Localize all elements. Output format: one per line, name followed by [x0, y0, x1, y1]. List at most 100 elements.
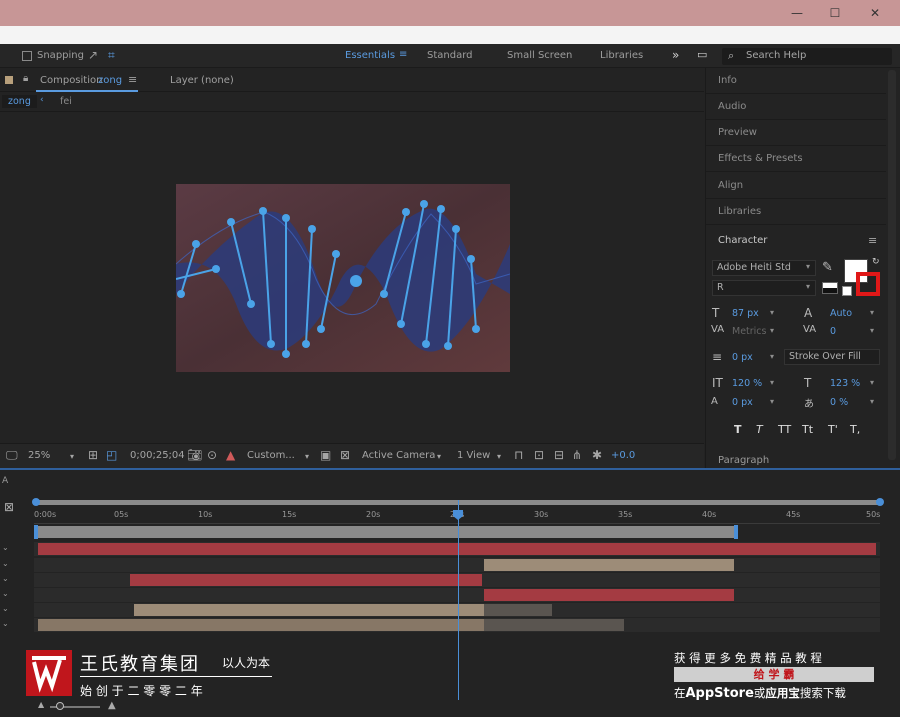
exposure-value[interactable]: +0.0	[611, 450, 635, 461]
stroke-width-chevron-icon[interactable]: ▾	[770, 352, 774, 361]
no-fill-icon[interactable]	[842, 286, 852, 296]
color-channels-icon[interactable]: ▲	[226, 448, 235, 462]
exposure-reset-icon[interactable]: ✱	[592, 448, 602, 462]
search-help-box[interactable]: ⌕ Search Help	[722, 48, 892, 65]
zoom-dropdown[interactable]: 25%	[28, 450, 50, 461]
breadcrumb-fei[interactable]: fei	[60, 96, 72, 107]
tsume-value[interactable]: 0 %	[830, 397, 848, 408]
stroke-type-dropdown[interactable]: Stroke Over Fill	[784, 349, 880, 365]
fast-previews-icon[interactable]: ⊡	[534, 448, 544, 462]
workspace-menu-icon[interactable]: ≡	[399, 49, 407, 60]
panel-preview[interactable]: Preview	[706, 120, 886, 146]
maximize-button[interactable]: ☐	[820, 4, 850, 22]
layer-3-toggle-icon[interactable]: ⌄	[2, 574, 9, 583]
layer-6-toggle-icon[interactable]: ⌄	[2, 619, 9, 628]
eyedropper-icon[interactable]: ✎	[822, 260, 833, 275]
baseline-shift-value[interactable]: 0 px	[732, 397, 753, 408]
horizontal-scale-value[interactable]: 123 %	[830, 378, 860, 389]
composition-tab-name[interactable]: zong	[98, 75, 122, 86]
layer-row-4[interactable]	[34, 588, 880, 602]
minimize-button[interactable]: —	[782, 4, 812, 22]
layer-bar-6b[interactable]	[484, 619, 624, 631]
panel-audio[interactable]: Audio	[706, 94, 886, 120]
layer-bar-3[interactable]	[130, 574, 482, 586]
workspace-panel-icon[interactable]: ▭	[697, 48, 707, 61]
region-icon[interactable]: ◰	[106, 448, 117, 462]
transparency-grid-icon[interactable]: ⊠	[340, 448, 350, 462]
workspace-libraries[interactable]: Libraries	[600, 50, 643, 61]
panel-align[interactable]: Align	[706, 173, 886, 199]
composition-frame[interactable]	[176, 184, 510, 372]
baseline-shift-chevron-icon[interactable]: ▾	[770, 397, 774, 406]
workspace-standard[interactable]: Standard	[427, 50, 473, 61]
comp-flowchart-icon[interactable]: ⊠	[4, 500, 14, 514]
right-panel-scrollbar[interactable]	[888, 70, 896, 460]
layer-2-toggle-icon[interactable]: ⌄	[2, 559, 9, 568]
layer-bar-5b[interactable]	[484, 604, 552, 616]
panel-effects-presets[interactable]: Effects & Presets	[706, 146, 886, 172]
tsume-chevron-icon[interactable]: ▾	[870, 397, 874, 406]
stroke-color-swatch[interactable]	[856, 272, 880, 296]
layer-bar-4[interactable]	[484, 589, 734, 601]
leading-value[interactable]: Auto	[830, 308, 852, 319]
layer-row-2[interactable]	[34, 558, 880, 572]
composition-viewer[interactable]	[0, 113, 704, 443]
font-size-chevron-icon[interactable]: ▾	[770, 308, 774, 317]
views-chevron-icon[interactable]: ▾	[497, 452, 501, 461]
layer-bar-5a[interactable]	[134, 604, 484, 616]
work-area-bar[interactable]	[36, 526, 736, 538]
navigator-end-handle[interactable]	[876, 498, 884, 506]
lock-icon[interactable]: 🔒︎	[23, 73, 28, 84]
paragraph-panel-title[interactable]: Paragraph	[718, 455, 769, 466]
snapping-checkbox[interactable]	[22, 51, 32, 61]
show-snapshot-icon[interactable]: ⊙	[207, 448, 217, 462]
all-caps-button[interactable]: TT	[778, 423, 791, 436]
toggle-pixel-aspect-icon[interactable]: ⊓	[514, 448, 523, 462]
kerning-chevron-icon[interactable]: ▾	[770, 326, 774, 335]
composition-tab-label[interactable]: Composition	[40, 75, 102, 86]
snap-grid-icon[interactable]: ⌗	[108, 48, 115, 63]
timeline-icon[interactable]: ⊟	[554, 448, 564, 462]
tracking-value[interactable]: 0	[830, 326, 836, 337]
snap-tool-icon[interactable]: ↗	[88, 48, 98, 62]
composition-tab-menu-icon[interactable]: ≡	[128, 73, 137, 86]
resolution-chevron-icon[interactable]: ▾	[305, 452, 309, 461]
breadcrumb-zong[interactable]: zong	[2, 95, 37, 108]
current-timecode[interactable]: 0;00;25;04	[130, 450, 185, 461]
layer-4-toggle-icon[interactable]: ⌄	[2, 589, 9, 598]
zoom-chevron-icon[interactable]: ▾	[70, 452, 74, 461]
character-menu-icon[interactable]: ≡	[868, 234, 877, 247]
layer-bar-2[interactable]	[484, 559, 734, 571]
snapshot-icon[interactable]: 📷︎	[187, 448, 202, 462]
layer-bar-6a[interactable]	[38, 619, 484, 631]
views-dropdown[interactable]: 1 View	[457, 450, 490, 461]
tracking-chevron-icon[interactable]: ▾	[870, 326, 874, 335]
default-colors-icon[interactable]	[822, 282, 838, 294]
layer-bar-1[interactable]	[38, 543, 876, 555]
faux-italic-button[interactable]: T	[756, 423, 763, 436]
fit-icon[interactable]: ⊞	[88, 448, 98, 462]
work-area-start[interactable]	[34, 525, 38, 539]
font-family-dropdown[interactable]: Adobe Heiti Std	[712, 260, 816, 276]
kerning-value[interactable]: Metrics	[732, 326, 766, 337]
faux-bold-button[interactable]: T	[734, 423, 742, 436]
small-caps-button[interactable]: Tt	[802, 423, 813, 436]
camera-dropdown[interactable]: Active Camera	[362, 450, 435, 461]
layer-tab-label[interactable]: Layer (none)	[170, 75, 234, 86]
monitor-icon[interactable]: 🖵︎	[6, 448, 18, 463]
navigator-start-handle[interactable]	[32, 498, 40, 506]
workspace-small-screen[interactable]: Small Screen	[507, 50, 572, 61]
panel-info[interactable]: Info	[706, 68, 886, 94]
vertical-scale-chevron-icon[interactable]: ▾	[770, 378, 774, 387]
layer-5-toggle-icon[interactable]: ⌄	[2, 604, 9, 613]
more-workspaces-button[interactable]: »	[672, 48, 679, 62]
roi-icon[interactable]: ▣	[320, 448, 331, 462]
close-button[interactable]: ✕	[860, 4, 890, 22]
superscript-button[interactable]: T'	[828, 423, 838, 436]
font-style-dropdown[interactable]: R	[712, 280, 816, 296]
work-area-end[interactable]	[734, 525, 738, 539]
camera-chevron-icon[interactable]: ▾	[437, 452, 441, 461]
resolution-dropdown[interactable]: Custom...	[247, 450, 295, 461]
layer-1-toggle-icon[interactable]: ⌄	[2, 543, 9, 552]
horizontal-scale-chevron-icon[interactable]: ▾	[870, 378, 874, 387]
